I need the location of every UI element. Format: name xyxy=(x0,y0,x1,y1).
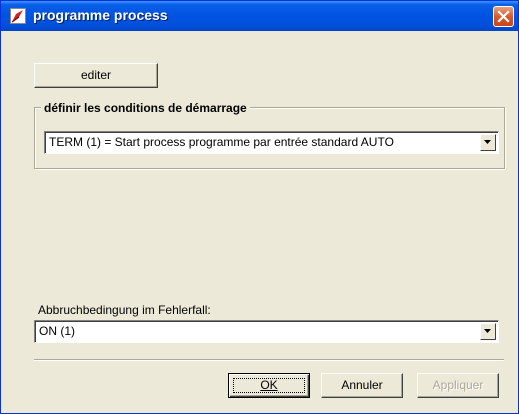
start-condition-value: TERM (1) = Start process programme par e… xyxy=(49,135,394,149)
footer-separator xyxy=(34,359,504,361)
cancel-button-label: Annuler xyxy=(341,378,383,392)
chevron-down-icon xyxy=(484,140,491,144)
edit-button[interactable]: editer xyxy=(34,63,158,88)
focus-indicator xyxy=(233,378,305,393)
ok-button[interactable]: OK xyxy=(228,373,310,398)
close-icon xyxy=(497,10,510,23)
start-condition-select[interactable]: TERM (1) = Start process programme par e… xyxy=(44,131,499,154)
edit-button-label: editer xyxy=(80,68,112,82)
abort-condition-label: Abbruchbedingung im Fehlerfall: xyxy=(38,303,211,317)
window-title: programme process xyxy=(33,7,168,23)
close-button[interactable] xyxy=(493,6,514,27)
dialog-client-area: editer définir les conditions de démarra… xyxy=(1,31,518,413)
abort-condition-value: ON (1) xyxy=(39,324,75,338)
start-condition-dropdown-button[interactable] xyxy=(480,134,496,151)
cancel-button[interactable]: Annuler xyxy=(321,373,403,398)
start-conditions-title: définir les conditions de démarrage xyxy=(41,101,250,115)
apply-button-label: Appliquer xyxy=(432,378,484,392)
chevron-down-icon xyxy=(484,329,491,333)
abort-condition-dropdown-button[interactable] xyxy=(480,323,496,340)
title-bar[interactable]: programme process xyxy=(1,1,518,31)
abort-condition-select[interactable]: ON (1) xyxy=(34,320,499,343)
dialog-window: programme process editer définir les con… xyxy=(0,0,519,414)
apply-button[interactable]: Appliquer xyxy=(417,373,499,398)
app-icon xyxy=(10,8,26,24)
